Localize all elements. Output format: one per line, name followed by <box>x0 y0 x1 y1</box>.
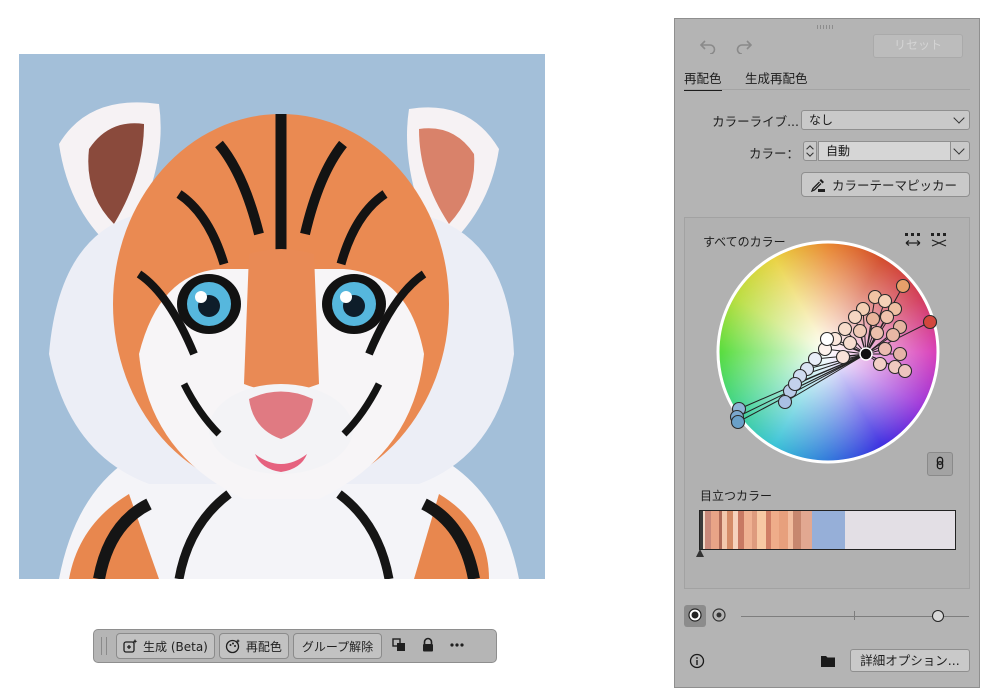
panel-drag-handle[interactable] <box>817 25 835 29</box>
color-marker[interactable] <box>869 325 885 341</box>
stepper-arrows-icon <box>806 145 814 157</box>
color-marker[interactable] <box>847 309 863 325</box>
ungroup-button[interactable]: グループ解除 <box>292 633 383 659</box>
color-marker[interactable] <box>879 309 895 325</box>
color-theme-picker-button[interactable]: カラーテーマピッカー <box>801 172 970 197</box>
contextual-task-bar: 生成 (Beta) 再配色 グループ解除 <box>93 629 497 663</box>
prominent-color-swatch <box>812 511 846 549</box>
generate-button[interactable]: 生成 (Beta) <box>116 633 215 659</box>
colors-dropdown-button[interactable] <box>950 141 970 161</box>
color-marker[interactable] <box>819 331 835 347</box>
generate-button-label: 生成 (Beta) <box>143 639 208 654</box>
drag-handle[interactable] <box>101 637 107 655</box>
color-theme-picker-label: カラーテーマピッカー <box>832 178 958 193</box>
recolor-button[interactable]: 再配色 <box>218 633 289 659</box>
colors-stepper[interactable] <box>803 141 817 161</box>
color-marker[interactable] <box>835 349 851 365</box>
prominent-color-swatch <box>710 511 720 549</box>
folder-icon[interactable] <box>820 654 836 668</box>
eyedropper-icon <box>810 177 826 193</box>
prominent-colors-label: 目立つカラー <box>700 489 773 503</box>
color-marker[interactable] <box>865 311 881 327</box>
color-marker[interactable] <box>777 394 793 410</box>
link-harmony-colors-button[interactable] <box>927 452 953 476</box>
undo-icon[interactable] <box>699 38 717 55</box>
prominent-color-swatch <box>771 511 780 549</box>
target-circle-icon <box>712 607 726 625</box>
color-marker[interactable] <box>885 327 901 343</box>
chevron-down-icon <box>953 143 965 155</box>
color-marker[interactable] <box>842 335 858 351</box>
reset-button[interactable]: リセット <box>873 34 963 58</box>
colors-value: 自動 <box>826 144 851 158</box>
advanced-options-button[interactable]: 詳細オプション... <box>850 649 970 672</box>
base-color-marker[interactable] <box>859 347 873 361</box>
more-button[interactable] <box>444 633 470 659</box>
artwork-canvas[interactable] <box>19 54 545 579</box>
recolor-button-label: 再配色 <box>245 639 282 654</box>
color-marker[interactable] <box>730 414 746 430</box>
recolor-icon <box>225 638 241 654</box>
prominent-color-swatch <box>743 511 752 549</box>
saturation-mode-button[interactable] <box>684 605 706 627</box>
color-wheel-section: すべてのカラー 目立つカラー <box>684 217 970 589</box>
color-marker[interactable] <box>877 341 893 357</box>
colors-input[interactable]: 自動 <box>818 141 951 161</box>
tab-recolor[interactable]: 再配色 <box>684 68 722 91</box>
prominent-colors-bar[interactable] <box>699 510 956 550</box>
tab-divider <box>684 89 970 90</box>
color-marker[interactable] <box>852 323 868 339</box>
lock-button[interactable] <box>415 633 441 659</box>
prominent-color-swatch <box>757 511 766 549</box>
prominent-color-swatch <box>801 511 813 549</box>
color-marker[interactable] <box>895 278 911 294</box>
generate-icon <box>122 638 138 654</box>
prominent-color-swatch <box>793 511 802 549</box>
brightness-mode-button[interactable] <box>708 605 730 627</box>
color-wheel[interactable] <box>715 239 941 465</box>
prominent-color-swatch <box>845 511 955 549</box>
recolor-panel: リセット 再配色 生成再配色 カラーライブ... なし カラー： 自動 カラーテ… <box>674 18 980 688</box>
color-library-label: カラーライブ... <box>712 114 799 129</box>
info-icon[interactable] <box>689 653 705 669</box>
tab-generative-recolor[interactable]: 生成再配色 <box>745 68 808 87</box>
tiger-cub-illustration <box>49 102 519 579</box>
colors-label: カラー： <box>748 146 799 161</box>
more-icon <box>449 637 465 656</box>
arrange-button[interactable] <box>386 633 412 659</box>
prominent-color-swatch <box>779 511 788 549</box>
prominent-colors-handle[interactable] <box>696 549 704 557</box>
slider-center-tick <box>854 611 855 620</box>
redo-icon[interactable] <box>735 38 753 55</box>
color-marker[interactable] <box>922 314 938 330</box>
color-marker[interactable] <box>897 363 913 379</box>
adjust-slider-thumb[interactable] <box>932 610 944 622</box>
ungroup-button-label: グループ解除 <box>301 639 374 654</box>
chevron-down-icon <box>953 112 965 124</box>
color-library-value: なし <box>809 113 834 127</box>
link-icon <box>933 456 947 473</box>
lock-icon <box>420 637 436 656</box>
filled-circle-icon <box>688 607 702 625</box>
color-marker[interactable] <box>892 346 908 362</box>
color-library-select[interactable]: なし <box>801 110 970 130</box>
color-marker[interactable] <box>837 321 853 337</box>
color-marker[interactable] <box>872 356 888 372</box>
arrange-icon <box>391 637 407 656</box>
color-marker[interactable] <box>787 376 803 392</box>
